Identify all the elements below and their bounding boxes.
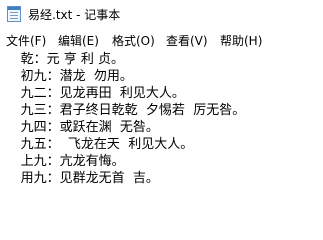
text-line: 初九：潜龙 勿用。	[0, 69, 133, 84]
menu-bar: 文件(F) 编辑(E) 格式(O) 查看(V) 帮助(H)	[0, 28, 323, 51]
text-line: 九二：见龙再田 利见大人。	[0, 86, 185, 101]
text-line: 用九：见群龙无首 吉。	[0, 171, 159, 186]
text-line: 九四：或跃在渊 无咎。	[0, 120, 159, 135]
menu-file[interactable]: 文件(F)	[6, 32, 46, 49]
text-line: 九三：君子终日乾乾 夕惕若 厉无咎。	[0, 103, 246, 118]
menu-format[interactable]: 格式(O)	[112, 32, 155, 49]
window-title: 易经.txt - 记事本	[28, 8, 121, 22]
notepad-icon	[7, 6, 21, 22]
menu-edit[interactable]: 编辑(E)	[58, 32, 99, 49]
text-editor[interactable]: 乾：元 亨 利 贞。 初九：潜龙 勿用。 九二：见龙再田 利见大人。 九三：君子…	[0, 50, 323, 201]
text-line: 乾：元 亨 利 贞。	[0, 52, 125, 67]
menu-help[interactable]: 帮助(H)	[220, 32, 262, 49]
menu-view[interactable]: 查看(V)	[166, 32, 208, 49]
text-line: 九五： 飞龙在天 利见大人。	[0, 137, 194, 152]
title-bar: 易经.txt - 记事本	[0, 0, 323, 28]
text-line: 上九：亢龙有悔。	[0, 154, 125, 169]
